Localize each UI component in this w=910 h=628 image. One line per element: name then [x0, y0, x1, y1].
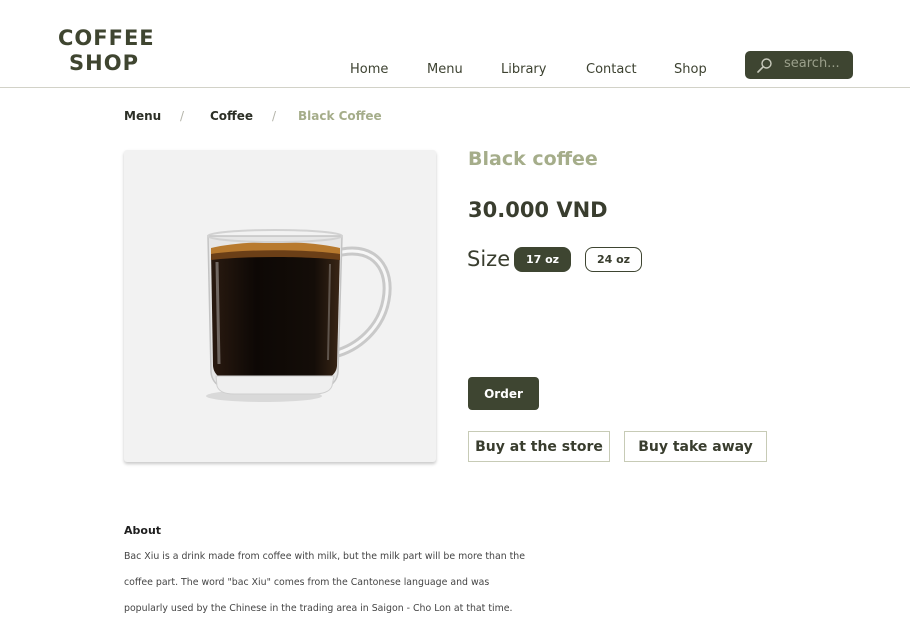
header-divider: [0, 87, 910, 88]
breadcrumb-menu[interactable]: Menu: [124, 109, 161, 123]
size-option-24oz[interactable]: 24 oz: [585, 247, 642, 272]
size-option-17oz[interactable]: 17 oz: [514, 247, 571, 272]
product-price: 30.000 VND: [468, 198, 608, 222]
nav-contact[interactable]: Contact: [586, 62, 637, 77]
size-label: Size: [467, 247, 511, 271]
nav-home[interactable]: Home: [350, 62, 388, 77]
order-button[interactable]: Order: [468, 377, 539, 410]
search-placeholder: search...: [784, 56, 840, 71]
search-input[interactable]: search...: [745, 51, 853, 79]
site-logo[interactable]: COFFEE SHOP: [58, 26, 155, 76]
breadcrumb-coffee[interactable]: Coffee: [210, 109, 253, 123]
buy-take-away-button[interactable]: Buy take away: [624, 431, 767, 462]
nav-menu[interactable]: Menu: [427, 62, 463, 77]
product-title: Black coffee: [468, 148, 598, 170]
about-text-line: Bac Xiu is a drink made from coffee with…: [124, 551, 526, 562]
breadcrumb-separator: /: [272, 109, 277, 123]
search-icon: [757, 58, 772, 73]
nav-library[interactable]: Library: [501, 62, 546, 77]
buy-at-store-button[interactable]: Buy at the store: [468, 431, 610, 462]
product-image-card: [124, 150, 436, 462]
nav-shop[interactable]: Shop: [674, 62, 707, 77]
about-text-line: popularly used by the Chinese in the tra…: [124, 603, 513, 614]
breadcrumb-current: Black Coffee: [298, 109, 382, 123]
breadcrumb-separator: /: [180, 109, 185, 123]
logo-line-1: COFFEE: [58, 26, 155, 50]
about-heading: About: [124, 524, 162, 537]
about-text-line: coffee part. The word "bac Xiu" comes fr…: [124, 577, 490, 588]
coffee-mug-image: [206, 229, 392, 402]
logo-line-2: SHOP: [69, 51, 139, 75]
